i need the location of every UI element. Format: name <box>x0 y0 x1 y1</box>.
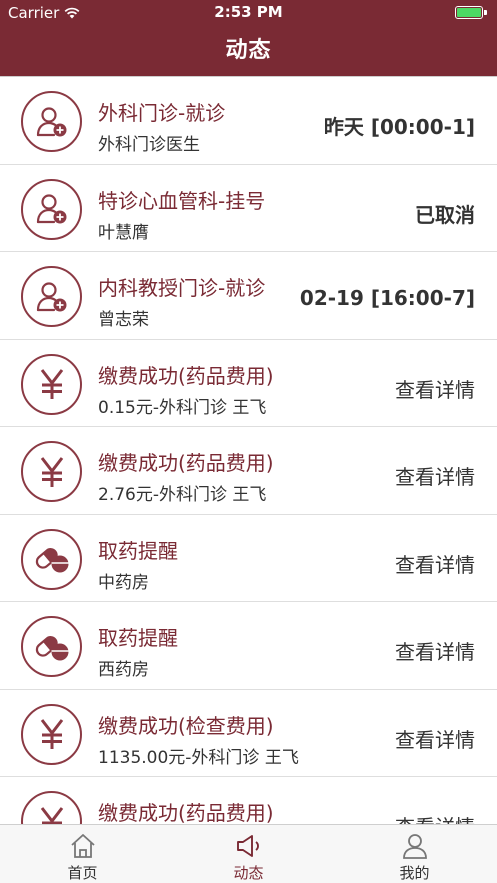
list-item-title: 缴费成功(药品费用) <box>98 363 274 388</box>
doctor-add-icon <box>21 178 82 240</box>
list-item-subtitle: 叶慧膺 <box>98 222 149 243</box>
list-item-title: 缴费成功(药品费用) <box>98 801 274 824</box>
status-time: 2:53 PM <box>214 3 283 21</box>
battery-icon <box>455 6 487 19</box>
yuan-icon <box>21 353 82 415</box>
list-item[interactable]: 外科门诊-就诊外科门诊医生 昨天 [00:00-1] <box>0 77 497 165</box>
doctor-add-icon <box>21 91 82 152</box>
list-item-title: 取药提醒 <box>98 626 178 650</box>
view-details-link[interactable]: 查看详情 <box>395 374 475 403</box>
page-title: 动态 <box>225 38 272 63</box>
tab-label: 动态 <box>233 864 264 882</box>
tab-home[interactable]: 首页 <box>0 825 165 883</box>
list-item-title: 外科门诊-就诊 <box>98 101 226 125</box>
list-item[interactable]: 缴费成功(检查费用) 1135.00元-外科门诊 王飞 查看详情 <box>0 690 497 777</box>
list-item[interactable]: 缴费成功(药品费用) 0.15元-外科门诊 王飞 查看详情 <box>0 340 497 427</box>
doctor-add-icon <box>21 266 82 327</box>
home-icon <box>0 833 165 861</box>
tab-label: 我的 <box>399 864 430 882</box>
view-details-link[interactable]: 查看详情 <box>395 636 475 665</box>
list-item[interactable]: 内科教授门诊-就诊曾志荣 02-19 [16:00-7] <box>0 252 497 340</box>
list-item-subtitle: 2.76元-外科门诊 王飞 <box>98 485 267 505</box>
view-details-link[interactable]: 查看详情 <box>395 811 475 824</box>
yuan-icon <box>21 791 82 824</box>
yuan-icon <box>21 703 82 765</box>
list-item-subtitle: 西药房 <box>98 660 149 680</box>
list-item-title: 缴费成功(检查费用) <box>98 713 274 738</box>
list-item-subtitle: 中药房 <box>98 572 149 593</box>
list-item[interactable]: 缴费成功(药品费用) 查看详情 <box>0 777 497 824</box>
list-item[interactable]: 特诊心血管科-挂号叶慧膺 已取消 <box>0 165 497 252</box>
list-item-title: 缴费成功(药品费用) <box>98 451 274 475</box>
view-details-link[interactable]: 查看详情 <box>395 724 475 753</box>
megaphone-icon <box>166 833 331 861</box>
tab-bar: 首页 动态 我的 <box>0 824 497 883</box>
list-item-subtitle: 0.15元-外科门诊 王飞 <box>98 397 267 418</box>
yuan-icon <box>21 441 82 502</box>
appointment-time: 昨天 [00:00-1] <box>323 115 475 139</box>
list-item[interactable]: 取药提醒中药房 查看详情 <box>0 515 497 602</box>
tab-megaphone[interactable]: 动态 <box>166 825 331 883</box>
person-icon <box>332 833 497 861</box>
battery-fill <box>457 8 481 17</box>
list-item-title: 取药提醒 <box>98 538 178 563</box>
list-item-title: 特诊心血管科-挂号 <box>98 188 266 213</box>
view-details-link[interactable]: 查看详情 <box>395 549 475 578</box>
navigation-bar: 动态 <box>0 26 497 76</box>
list-item[interactable]: 取药提醒西药房 查看详情 <box>0 602 497 690</box>
tab-person[interactable]: 我的 <box>332 825 497 883</box>
list-item[interactable]: 缴费成功(药品费用) 2.76元-外科门诊 王飞 查看详情 <box>0 427 497 515</box>
list-item-title: 内科教授门诊-就诊 <box>98 276 266 300</box>
activity-list[interactable]: 外科门诊-就诊外科门诊医生 昨天 [00:00-1] 特诊心血管科-挂号叶慧膺 已取… <box>0 76 497 824</box>
appointment-time: 02-19 [16:00-7] <box>299 286 475 310</box>
tab-label: 首页 <box>67 864 98 882</box>
pill-icon <box>21 528 82 590</box>
view-details-link[interactable]: 查看详情 <box>395 461 475 490</box>
list-item-subtitle: 外科门诊医生 <box>98 135 200 155</box>
list-item-subtitle: 1135.00元-外科门诊 王飞 <box>98 747 299 768</box>
pill-icon <box>21 616 82 677</box>
status-label: 已取消 <box>415 202 475 227</box>
status-bar: Carrier 2:53 PM <box>0 0 497 26</box>
list-item-subtitle: 曾志荣 <box>98 310 149 330</box>
